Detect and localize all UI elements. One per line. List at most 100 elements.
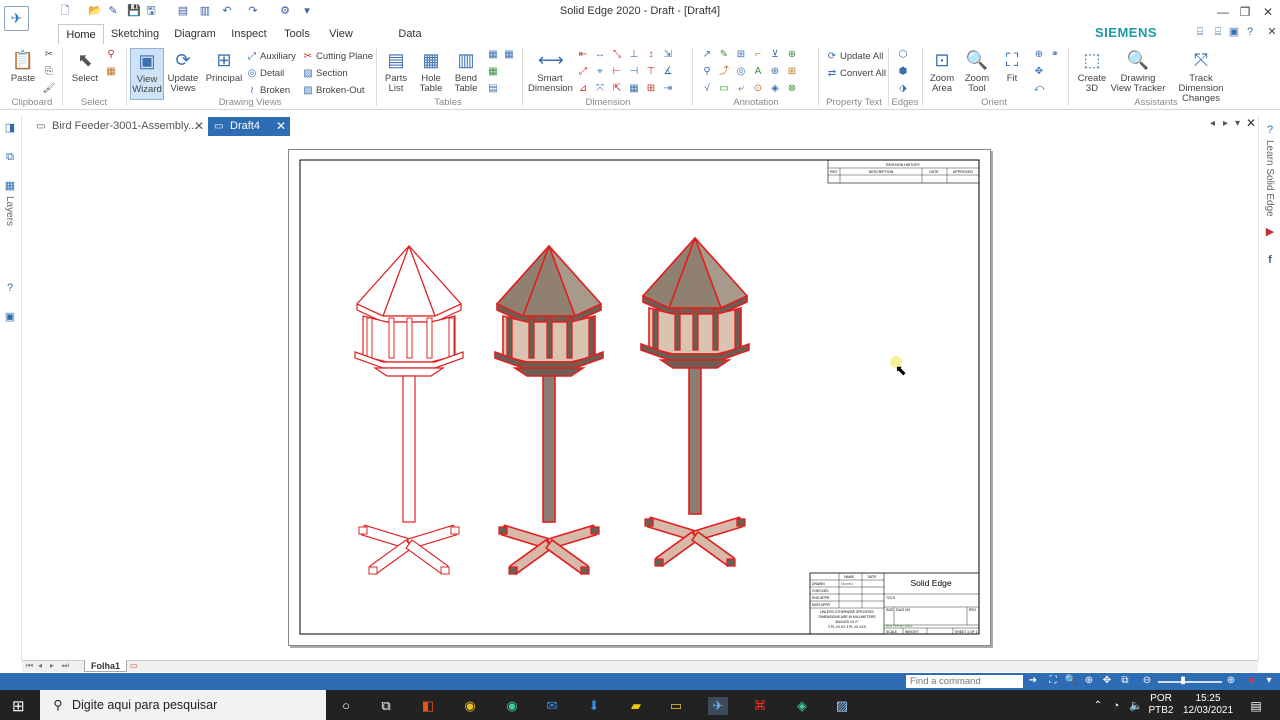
draw-app-icon[interactable]: ◈: [792, 697, 812, 715]
edge-hide-icon[interactable]: ⬢: [896, 65, 910, 79]
annotation-tool-icon[interactable]: ▭: [717, 82, 731, 96]
pan-icon[interactable]: ✥: [1032, 65, 1046, 79]
tab-sketching[interactable]: Sketching: [110, 24, 160, 44]
ribbon-layout-icon[interactable]: ⌸: [1212, 26, 1224, 38]
parts-list-button[interactable]: ▤ Parts List: [380, 48, 412, 94]
section-button[interactable]: ▨ Section: [302, 66, 347, 81]
annotation-tool-icon[interactable]: ⊗: [785, 82, 799, 96]
hole-table-button[interactable]: ▦ Hole Table: [416, 48, 446, 94]
annotation-tool-icon[interactable]: ⊻: [768, 48, 782, 62]
zoom-status-icon[interactable]: ⊕: [1082, 674, 1096, 688]
select-button[interactable]: ⬉ Select: [68, 48, 102, 84]
annotation-tool-icon[interactable]: ⊞: [785, 65, 799, 79]
annotation-tool-icon[interactable]: A: [751, 65, 765, 79]
layers-icon[interactable]: ▦: [2, 178, 18, 194]
drawing-sheet[interactable]: REVISION HISTORY REV DESCRIPTION DATE AP…: [288, 149, 991, 646]
dimension-tool-icon[interactable]: ⤡: [610, 48, 624, 62]
dimension-tool-icon[interactable]: ⊣: [627, 65, 641, 79]
convert-all-button[interactable]: ⇄ Convert All: [826, 66, 886, 81]
dimension-tool-icon[interactable]: ⊢: [610, 65, 624, 79]
tray-chevron-icon[interactable]: ⌃: [1088, 697, 1108, 715]
principal-button[interactable]: ⊞ Principal: [204, 48, 244, 84]
bend-table-button[interactable]: ▥ Bend Table: [450, 48, 482, 94]
help-icon[interactable]: ?: [1244, 26, 1256, 38]
view-status-icon[interactable]: ⧉: [1118, 674, 1132, 688]
select-options-icon[interactable]: ▦: [104, 65, 118, 79]
dimension-tool-icon[interactable]: ⊥: [627, 48, 641, 62]
help-tool-icon[interactable]: ?: [2, 280, 18, 296]
command-go-icon[interactable]: ➜: [1026, 674, 1040, 688]
youtube-icon[interactable]: ▶: [1262, 224, 1278, 240]
chrome-icon[interactable]: ◉: [460, 697, 480, 715]
tab-tools[interactable]: Tools: [280, 24, 314, 44]
library-icon[interactable]: ⧉: [2, 149, 18, 165]
zoom-in-status-icon[interactable]: ⊕: [1224, 674, 1238, 688]
dimension-tool-icon[interactable]: ⇱: [610, 82, 624, 96]
minimize-button[interactable]: —: [1211, 4, 1235, 20]
zoom-out-icon[interactable]: ⊖: [1140, 674, 1154, 688]
annotation-tool-icon[interactable]: ⌐: [751, 48, 765, 62]
sticky-notes-icon[interactable]: ▰: [626, 697, 646, 715]
zoom-in-icon[interactable]: ⊕: [1032, 48, 1046, 62]
layers-panel-label[interactable]: Layers: [4, 196, 15, 226]
next-sheet-icon[interactable]: ▸: [50, 661, 54, 670]
annotation-tool-icon[interactable]: ⚲: [700, 65, 714, 79]
cut-icon[interactable]: ✂: [42, 48, 56, 62]
annotation-tool-icon[interactable]: √: [700, 82, 714, 96]
cutting-plane-button[interactable]: ✂ Cutting Plane: [302, 49, 373, 64]
annotation-tool-icon[interactable]: ◎: [734, 65, 748, 79]
dimension-tool-icon[interactable]: ∡: [661, 65, 675, 79]
taskbar-search-box[interactable]: ⚲ Digite aqui para pesquisar: [40, 690, 326, 720]
annotation-tool-icon[interactable]: ◈: [768, 82, 782, 96]
copy-icon[interactable]: ⎘: [42, 65, 56, 79]
edge-show-icon[interactable]: ⬗: [896, 82, 910, 96]
tab-scroll-right-icon[interactable]: ▸: [1223, 118, 1228, 129]
table-tool-4-icon[interactable]: ▦: [502, 48, 516, 62]
dimension-tool-icon[interactable]: ⊤: [644, 65, 658, 79]
create-3d-button[interactable]: ⬚ Create 3D: [1074, 48, 1110, 94]
learn-solid-edge-label[interactable]: Learn Solid Edge: [1264, 140, 1275, 217]
properties-icon[interactable]: ▣: [2, 309, 18, 325]
previous-view-icon[interactable]: ⤺: [1032, 82, 1046, 96]
dimension-tool-icon[interactable]: ⤧: [593, 82, 607, 96]
record-icon[interactable]: ●: [1244, 674, 1258, 688]
dimension-tool-icon[interactable]: ⇥: [661, 82, 675, 96]
file-explorer-icon[interactable]: ▭: [666, 697, 686, 715]
close-tab-icon[interactable]: ✕: [276, 117, 286, 136]
drawing-view-tracker-button[interactable]: 🔍 Drawing View Tracker: [1110, 48, 1166, 94]
cortana-icon[interactable]: ○: [336, 697, 356, 715]
auxiliary-button[interactable]: ⤢ Auxiliary: [246, 49, 296, 64]
table-tool-3-icon[interactable]: ▤: [486, 82, 500, 96]
broken-button[interactable]: ≀ Broken: [246, 83, 290, 98]
task-view-icon[interactable]: ⧉: [376, 697, 396, 715]
fit-button[interactable]: ⛶ Fit: [998, 48, 1026, 84]
office-icon[interactable]: ◧: [418, 697, 438, 715]
zoom-area-status-icon[interactable]: 🔍: [1064, 674, 1078, 688]
pan-status-icon[interactable]: ✥: [1100, 674, 1114, 688]
tab-scroll-left-icon[interactable]: ◂: [1210, 118, 1215, 129]
prev-sheet-icon[interactable]: ◂: [38, 661, 42, 670]
track-dimension-changes-button[interactable]: ⤧ Track Dimension Changes: [1166, 48, 1236, 104]
fit-view-icon[interactable]: ⛶: [1046, 674, 1060, 688]
broken-out-button[interactable]: ▧ Broken-Out: [302, 83, 364, 98]
first-sheet-icon[interactable]: ⏮: [26, 661, 33, 671]
update-views-button[interactable]: ⟳ Update Views: [166, 48, 200, 94]
annotation-tool-icon[interactable]: ⊙: [751, 82, 765, 96]
wifi-icon[interactable]: ◔: [1106, 697, 1126, 715]
annotation-tool-icon[interactable]: ⤶: [734, 82, 748, 96]
zoom-slider[interactable]: [1158, 681, 1222, 683]
annotation-tool-icon[interactable]: ✎: [717, 48, 731, 62]
dimension-tool-icon[interactable]: ⌖: [593, 65, 607, 79]
mail-icon[interactable]: ✉: [542, 697, 562, 715]
dimension-tool-icon[interactable]: ▦: [627, 82, 641, 96]
dimension-tool-icon[interactable]: ⇤: [576, 48, 590, 62]
close-document-icon[interactable]: ✕: [1266, 26, 1278, 38]
table-tool-2-icon[interactable]: ▦: [486, 65, 500, 79]
link-icon[interactable]: ⚭: [1048, 48, 1062, 62]
windows-start-icon[interactable]: ⊞: [12, 697, 25, 715]
zoom-slider-thumb-icon[interactable]: ▮: [1176, 674, 1190, 688]
select-filter-icon[interactable]: ⚲: [104, 48, 118, 62]
tab-data-management[interactable]: Data Management: [368, 24, 452, 60]
annotation-tool-icon[interactable]: ⊞: [734, 48, 748, 62]
tab-view[interactable]: View: [324, 24, 358, 44]
